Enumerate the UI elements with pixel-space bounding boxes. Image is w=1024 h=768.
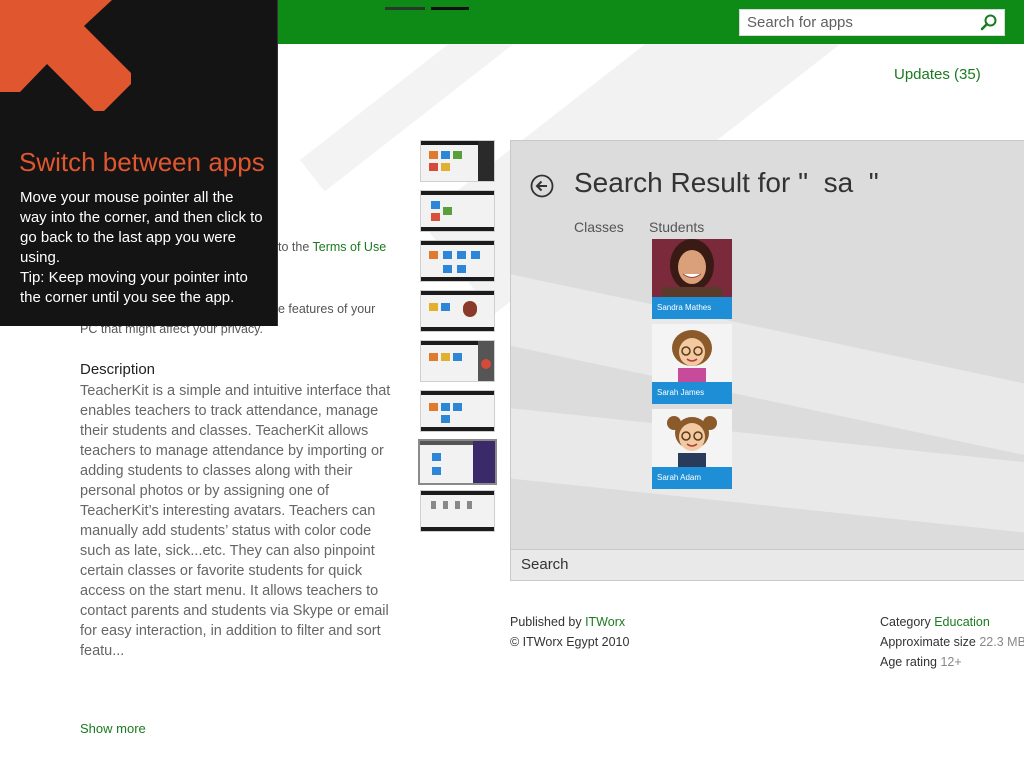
student-avatar bbox=[652, 324, 732, 382]
terms-prefix: to the bbox=[278, 240, 313, 254]
screenshot-thumbnail[interactable] bbox=[420, 490, 495, 532]
tip-hint: Tip: Keep moving your pointer into the c… bbox=[20, 269, 248, 306]
search-box bbox=[739, 9, 1005, 36]
age-rating-label: Age rating bbox=[880, 655, 941, 669]
screenshot-thumbnail[interactable] bbox=[420, 240, 495, 282]
app-screenshot: Search Result for " sa " Classes Student… bbox=[510, 140, 1024, 581]
screenshot-title: Search Result for " sa " bbox=[574, 167, 879, 198]
terms-of-use-text: to the Terms of Use bbox=[278, 240, 386, 254]
show-more-link[interactable]: Show more bbox=[80, 721, 146, 736]
size-value: 22.3 MB bbox=[979, 635, 1024, 649]
screenshot-column-students: Students bbox=[649, 219, 705, 235]
screenshot-thumbnail-selected[interactable] bbox=[418, 439, 497, 485]
student-card: Sandra Mathes bbox=[652, 239, 732, 319]
size-label: Approximate size bbox=[880, 635, 980, 649]
published-by-line: Published by ITWorx bbox=[510, 612, 629, 632]
screenshot-bottom-label: Search bbox=[521, 556, 569, 573]
screenshot-thumbnail[interactable] bbox=[420, 290, 495, 332]
updates-link[interactable]: Updates (35) bbox=[894, 66, 981, 83]
age-rating-line: Age rating 12+ bbox=[880, 652, 1024, 672]
size-line: Approximate size 22.3 MB bbox=[880, 632, 1024, 652]
page-indicator-active bbox=[431, 7, 469, 10]
arrow-up-left-icon bbox=[0, 0, 131, 111]
screenshot-thumbnail[interactable] bbox=[420, 340, 495, 382]
page-indicator bbox=[385, 7, 425, 10]
description-heading: Description bbox=[80, 361, 156, 378]
age-rating-value: 12+ bbox=[940, 655, 962, 669]
student-name: Sarah James bbox=[652, 382, 732, 404]
switch-apps-tip-overlay: Switch between apps Move your mouse poin… bbox=[0, 0, 278, 326]
student-card: Sarah Adam bbox=[652, 409, 732, 489]
search-input[interactable] bbox=[740, 10, 976, 35]
back-arrow-icon bbox=[530, 174, 554, 198]
screenshot-bottom-bar: Search bbox=[511, 549, 1024, 580]
student-name: Sarah Adam bbox=[652, 467, 732, 489]
student-card: Sarah James bbox=[652, 324, 732, 404]
student-avatar bbox=[652, 409, 732, 467]
tip-body: Move your mouse pointer all the way into… bbox=[20, 188, 264, 308]
copyright-text: © ITWorx Egypt 2010 bbox=[510, 635, 630, 649]
published-by-label: Published by bbox=[510, 615, 586, 629]
student-photo bbox=[652, 239, 732, 297]
publisher-link[interactable]: ITWorx bbox=[585, 615, 625, 629]
terms-of-use-link[interactable]: Terms of Use bbox=[313, 240, 387, 254]
search-icon[interactable] bbox=[980, 13, 998, 31]
student-name: Sandra Mathes bbox=[652, 297, 732, 319]
publisher-info: Published by ITWorx © ITWorx Egypt 2010 bbox=[510, 612, 629, 652]
screenshot-thumbnail[interactable] bbox=[420, 390, 495, 432]
tip-instructions: Move your mouse pointer all the way into… bbox=[20, 189, 263, 266]
tip-title: Switch between apps bbox=[19, 147, 265, 177]
description-text: TeacherKit is a simple and intuitive int… bbox=[80, 383, 391, 659]
screenshot-thumbnail[interactable] bbox=[420, 140, 495, 182]
category-label: Category bbox=[880, 615, 935, 629]
category-line: Category Education bbox=[880, 612, 1024, 632]
category-link[interactable]: Education bbox=[934, 615, 990, 629]
screenshot-column-classes: Classes bbox=[574, 219, 624, 235]
privacy-text-line: e features of your bbox=[278, 302, 376, 316]
app-details: Category Education Approximate size 22.3… bbox=[880, 612, 1024, 672]
screenshot-thumbnail[interactable] bbox=[420, 190, 495, 232]
